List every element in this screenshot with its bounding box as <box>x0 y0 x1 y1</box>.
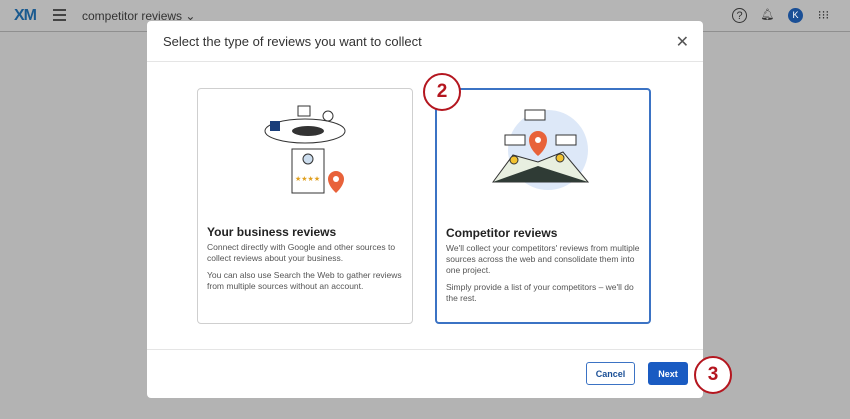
card-title: Competitor reviews <box>446 226 558 240</box>
step-marker-2: 2 <box>423 73 461 111</box>
dialog-title: Select the type of reviews you want to c… <box>147 21 703 62</box>
hamburger-menu-icon[interactable] <box>53 9 66 24</box>
apps-grid-icon[interactable]: ⁝⁝⁝ <box>816 8 831 23</box>
xm-logo[interactable]: XM <box>14 7 37 25</box>
card-title: Your business reviews <box>207 225 337 239</box>
step-marker-3: 3 <box>694 356 732 394</box>
review-type-dialog: Select the type of reviews you want to c… <box>147 21 703 398</box>
card-description: Simply provide a list of your competitor… <box>446 282 634 303</box>
bell-icon[interactable]: 🔔︎ <box>760 8 775 23</box>
avatar[interactable]: K <box>788 8 803 23</box>
cancel-button[interactable]: Cancel <box>586 362 635 385</box>
business-reviews-card[interactable]: ★★★★ Your business reviews Connect direc… <box>197 88 413 324</box>
competitor-reviews-illustration <box>492 109 590 190</box>
card-description: Connect directly with Google and other s… <box>207 242 396 263</box>
card-description: We'll collect your competitors' reviews … <box>446 243 640 275</box>
dialog-footer-divider <box>147 349 703 350</box>
business-reviews-illustration: ★★★★ <box>264 105 346 194</box>
help-icon[interactable]: ? <box>732 8 747 23</box>
close-icon[interactable]: ✕ <box>676 32 689 52</box>
svg-text:★★★★: ★★★★ <box>295 175 320 183</box>
next-button[interactable]: Next <box>648 362 688 385</box>
card-description: You can also use Search the Web to gathe… <box>207 270 402 291</box>
competitor-reviews-card[interactable]: Competitor reviews We'll collect your co… <box>435 88 651 324</box>
